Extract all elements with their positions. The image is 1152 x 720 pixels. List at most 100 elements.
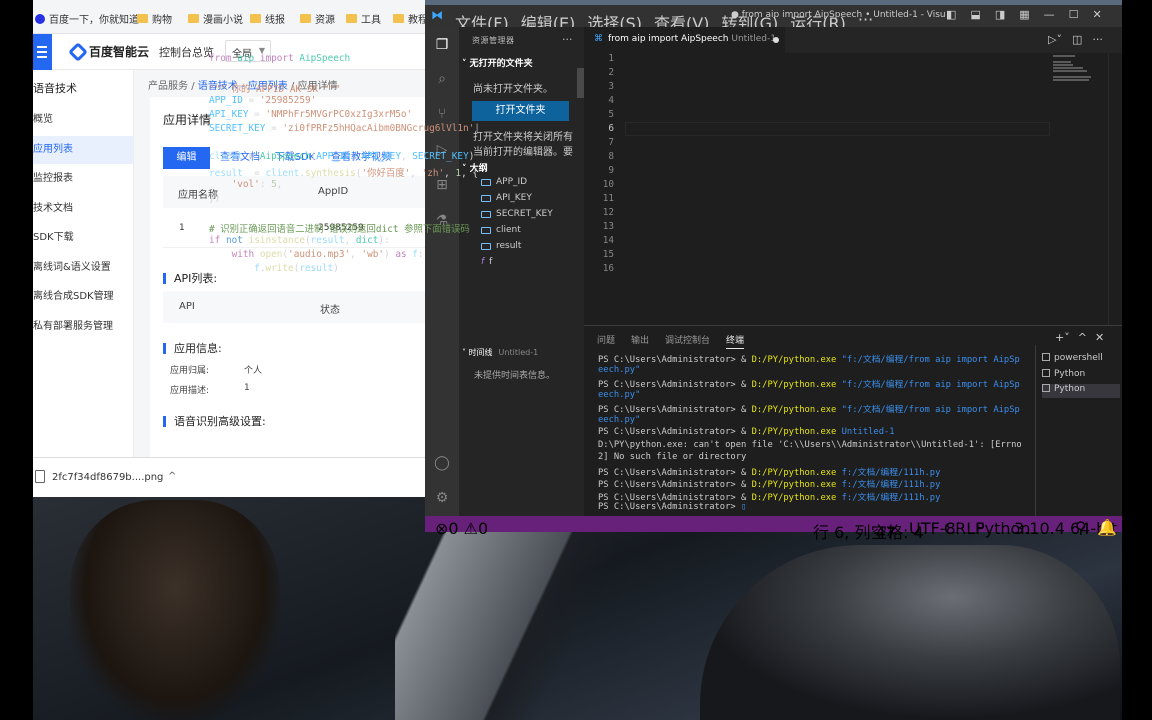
source-control-icon[interactable]: ⑂ [433,105,451,123]
tab-debug-console[interactable]: 调试控制台 [665,333,710,349]
editor-tab[interactable]: ⌘ from aip import AipSpeech Untitled-1 [584,27,785,53]
sidebar-item-sdk[interactable]: SDK下载 [33,224,133,252]
minimap[interactable] [1053,53,1109,325]
no-folder-section[interactable]: ˅ 无打开的文件夹 [462,56,533,69]
timeline-message: 未提供时间表信息。 [474,371,556,381]
code-line-3: """ 你的 APPID AK SK """ [209,84,341,95]
window-title: ● from aip import AipSpeech • Untitled-1… [731,10,945,20]
code-line-9: result = client.synthesis('你好百度', 'zh', … [209,168,479,179]
folder-icon [300,14,311,23]
close-panel-icon[interactable]: ✕ [1095,331,1104,344]
terminal-item[interactable]: Python [1042,369,1085,379]
letterbox-left [0,0,33,720]
sidebar-item-overview[interactable]: 概览 [33,106,133,134]
download-item[interactable]: 2fc7f34df8679b....png [52,472,163,483]
close-icon[interactable]: ✕ [1093,8,1102,21]
outline-item[interactable]: API_KEY [481,193,532,203]
bookmark-folder[interactable]: 教程 [393,11,425,26]
line-number: 12 [602,207,614,218]
notifications-icon[interactable]: 🔔 [1097,518,1117,537]
close-editors-message: 打开文件夹将关闭所有当前打开的编辑器。要 [473,132,573,158]
edit-button[interactable]: 编辑 [163,147,210,169]
open-folder-button[interactable]: 打开文件夹 [472,101,569,121]
outline-item[interactable]: ff [481,257,492,267]
app-info-title: 应用信息: [163,343,222,354]
terminal-line: PS C:\Users\Administrator> & D:/PY/pytho… [598,380,1020,390]
maximize-panel-icon[interactable]: ^ [1078,331,1087,344]
folder-icon [188,14,199,23]
line-number: 14 [602,235,614,246]
code-editor[interactable] [584,53,1122,325]
sidebar-item-docs[interactable]: 技术文档 [33,195,133,223]
bookmark-folder[interactable]: 漫画小说 [188,11,243,26]
tab-problems[interactable]: 问题 [597,333,615,349]
line-number: 5 [608,109,614,120]
layout-customize-icon[interactable]: ▦ [1019,8,1029,21]
sidebar-item-offline-tts[interactable]: 离线合成SDK管理 [33,283,133,311]
unsaved-dot-icon[interactable] [773,37,779,43]
run-file-icon[interactable]: ▷˅ [1048,33,1062,46]
problems-status[interactable]: ⊗0 ⚠0 [435,519,488,538]
minimize-icon[interactable]: — [1044,8,1055,21]
editor-scrollbar[interactable] [1108,53,1122,325]
folder-icon [346,14,357,23]
outline-item[interactable]: APP_ID [481,177,527,187]
tab-terminal[interactable]: 终端 [726,333,745,349]
bookmark-folder[interactable]: 线报 [250,11,285,26]
line-number: 8 [608,151,614,162]
activity-bar [425,27,459,516]
terminal-line: D:\PY\python.exe: can't open file 'C:\\U… [598,439,1022,450]
maximize-icon[interactable]: ☐ [1069,8,1079,21]
terminal-item[interactable]: Python [1042,384,1120,398]
line-number: 16 [602,263,614,274]
terminal-line: PS C:\Users\Administrator> & D:/PY/pytho… [598,427,895,437]
account-icon[interactable]: ◯ [433,454,451,472]
bookmark-folder[interactable]: 购物 [137,11,172,26]
tab-output[interactable]: 输出 [631,333,649,349]
layout-panel-icon[interactable]: ⬓ [970,8,980,21]
timeline-section[interactable]: ˅ 时间线 Untitled-1 [462,347,538,358]
new-terminal-icon[interactable]: +˅ [1055,331,1070,344]
info-value: 1 [244,383,250,393]
variable-icon [481,194,491,202]
app-table-header: 应用名称 AppID [163,176,425,208]
split-editor-icon[interactable]: ◫ [1072,33,1082,46]
outline-item[interactable]: SECRET_KEY [481,209,553,219]
vscode-logo-icon: ⧓ [431,8,443,22]
chevron-up-icon[interactable]: ^ [168,471,176,482]
gear-icon[interactable]: ⚙ [433,489,451,507]
layout-sidebar-icon[interactable]: ◧ [946,8,956,21]
terminal-line: PS C:\Users\Administrator> & D:/PY/pytho… [598,405,1020,415]
feedback-icon[interactable]: ⚲ [1075,518,1087,537]
explorer-icon[interactable]: ❐ [433,36,451,54]
sidebar-item-monitor[interactable]: 监控报表 [33,165,133,193]
console-home-link[interactable]: 控制台总览 [159,44,214,60]
bookmark-folder[interactable]: 资源 [300,11,335,26]
sidebar-item-offline-words[interactable]: 离线词&语义设置 [33,254,133,282]
more-icon[interactable]: ··· [562,33,573,46]
terminal-line: PS C:\Users\Administrator> & D:/PY/pytho… [598,492,941,503]
panel-actions: +˅ ^ ✕ [1055,331,1104,344]
layout-secondary-icon[interactable]: ◨ [995,8,1005,21]
outline-item[interactable]: result [481,241,521,251]
outline-item[interactable]: client [481,225,521,235]
baidu-cloud-logo[interactable]: 百度智能云 [68,41,149,62]
product-sidebar: 语音技术 概览 应用列表 监控报表 技术文档 SDK下载 离线词&语义设置 离线… [33,70,134,457]
code-line-16: f.write(result) [254,263,339,274]
current-line-highlight [625,122,1050,136]
terminal-icon [1042,353,1050,361]
line-number: 3 [608,81,614,92]
sidebar-item-private-deploy[interactable]: 私有部署服务管理 [33,313,133,341]
line-number: 11 [602,193,614,204]
search-icon[interactable]: ⌕ [433,70,451,88]
sidebar-item-app-list[interactable]: 应用列表 [33,136,133,164]
breadcrumb-root[interactable]: 产品服务 [148,81,188,92]
bookmark-folder[interactable]: 工具 [346,11,381,26]
bookmark-baidu[interactable]: 百度一下，你就知道 [35,11,139,26]
menu-icon[interactable] [33,34,52,70]
sidebar-title: 语音技术 [33,82,77,95]
terminal-item[interactable]: powershell [1042,353,1103,363]
code-line-13: # 识别正确返回语音二进制 错误则返回dict 参照下面错误码 [209,224,470,235]
explorer-scrollbar[interactable] [577,68,584,98]
more-actions-icon[interactable]: ··· [1092,33,1103,46]
